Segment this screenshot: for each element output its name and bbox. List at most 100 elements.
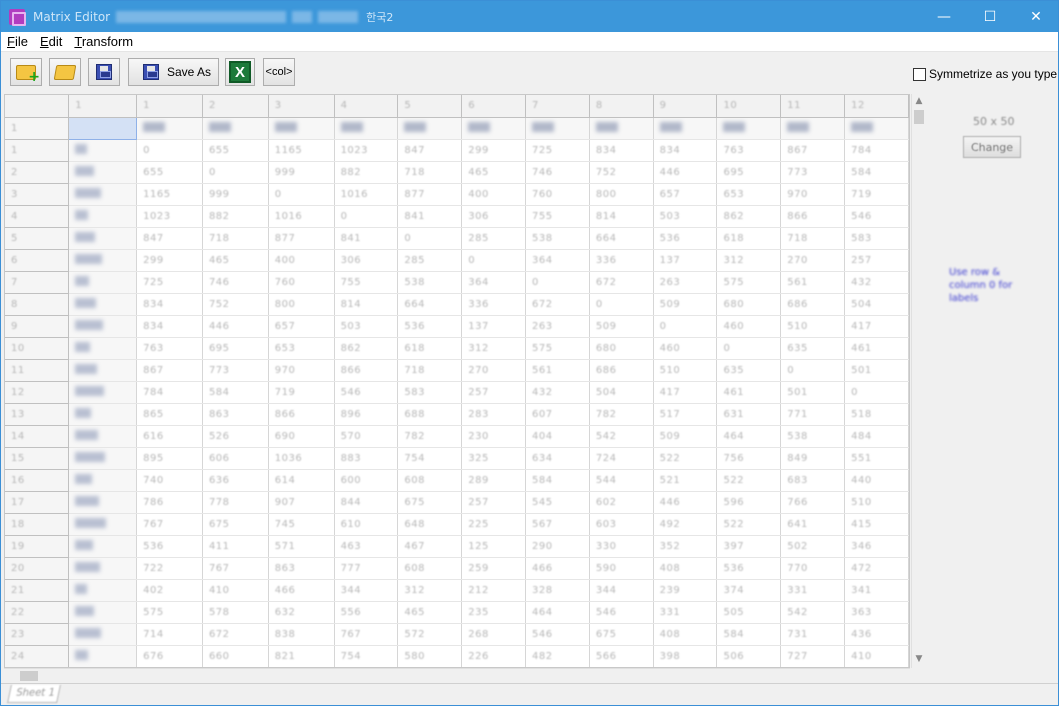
label-cell[interactable] <box>780 117 846 140</box>
row-header[interactable]: 20 <box>5 557 70 580</box>
table-cell[interactable]: 718 <box>397 161 463 184</box>
table-cell[interactable]: 672 <box>525 293 590 316</box>
table-cell[interactable]: 834 <box>136 315 203 338</box>
table-cell[interactable]: 446 <box>653 161 718 184</box>
vertical-scroll-thumb[interactable] <box>914 110 924 124</box>
table-cell[interactable]: 506 <box>716 645 782 667</box>
table-cell[interactable]: 517 <box>653 403 718 426</box>
table-cell[interactable]: 510 <box>780 315 846 338</box>
table-cell[interactable]: 754 <box>397 447 463 470</box>
table-cell[interactable]: 137 <box>461 315 527 338</box>
table-cell[interactable]: 571 <box>268 535 335 558</box>
table-cell[interactable]: 572 <box>397 623 463 646</box>
row-header[interactable]: 14 <box>5 425 70 448</box>
table-cell[interactable]: 608 <box>397 557 463 580</box>
table-cell[interactable]: 688 <box>397 403 463 426</box>
table-cell[interactable]: 417 <box>653 381 718 404</box>
close-button[interactable]: ✕ <box>1013 1 1059 32</box>
scroll-down-icon[interactable]: ▼ <box>913 654 925 666</box>
row-header[interactable]: 3 <box>5 183 70 206</box>
table-cell[interactable]: 655 <box>202 139 269 162</box>
table-cell[interactable]: 526 <box>202 425 269 448</box>
table-cell[interactable]: 344 <box>589 579 654 602</box>
table-cell[interactable]: 784 <box>844 139 909 162</box>
new-file-button[interactable] <box>10 58 42 86</box>
table-cell[interactable]: 770 <box>780 557 846 580</box>
row-header[interactable]: 23 <box>5 623 70 646</box>
maximize-button[interactable]: ☐ <box>967 1 1013 32</box>
table-cell[interactable]: 641 <box>780 513 846 536</box>
table-cell[interactable]: 766 <box>780 491 846 514</box>
table-cell[interactable]: 584 <box>716 623 782 646</box>
table-cell[interactable]: 446 <box>202 315 269 338</box>
row-label-cell[interactable] <box>68 403 138 426</box>
table-cell[interactable]: 504 <box>589 381 654 404</box>
table-cell[interactable]: 467 <box>397 535 463 558</box>
table-cell[interactable]: 1016 <box>268 205 335 228</box>
row-header[interactable]: 1 <box>5 139 70 162</box>
label-cell[interactable] <box>136 117 203 140</box>
column-header[interactable]: 7 <box>525 95 590 118</box>
table-cell[interactable]: 636 <box>202 469 269 492</box>
row-label-cell[interactable] <box>68 557 138 580</box>
table-cell[interactable]: 0 <box>268 183 335 206</box>
table-cell[interactable]: 461 <box>844 337 909 360</box>
row-label-cell[interactable] <box>68 227 138 250</box>
table-cell[interactable]: 777 <box>334 557 399 580</box>
menu-file[interactable]: File <box>7 34 28 49</box>
column-header[interactable]: 10 <box>716 95 782 118</box>
table-cell[interactable]: 408 <box>653 557 718 580</box>
symmetrize-checkbox[interactable]: Symmetrize as you type <box>913 67 1057 81</box>
table-cell[interactable]: 505 <box>716 601 782 624</box>
row-header[interactable]: 2 <box>5 161 70 184</box>
change-size-button[interactable]: Change <box>963 136 1021 158</box>
table-cell[interactable]: 756 <box>716 447 782 470</box>
row-header[interactable]: 16 <box>5 469 70 492</box>
table-cell[interactable]: 786 <box>136 491 203 514</box>
table-cell[interactable]: 330 <box>589 535 654 558</box>
table-cell[interactable]: 235 <box>461 601 527 624</box>
table-cell[interactable]: 465 <box>461 161 527 184</box>
row-header[interactable]: 7 <box>5 271 70 294</box>
table-cell[interactable]: 536 <box>136 535 203 558</box>
table-cell[interactable]: 970 <box>268 359 335 382</box>
table-cell[interactable]: 415 <box>844 513 909 536</box>
table-cell[interactable]: 410 <box>844 645 909 667</box>
table-cell[interactable]: 653 <box>716 183 782 206</box>
table-cell[interactable]: 125 <box>461 535 527 558</box>
table-cell[interactable]: 1036 <box>268 447 335 470</box>
row-header[interactable]: 12 <box>5 381 70 404</box>
table-cell[interactable]: 862 <box>716 205 782 228</box>
vertical-scrollbar[interactable]: ▲ ▼ <box>911 94 925 668</box>
table-cell[interactable]: 283 <box>461 403 527 426</box>
table-cell[interactable]: 575 <box>716 271 782 294</box>
table-cell[interactable]: 740 <box>136 469 203 492</box>
table-cell[interactable]: 862 <box>334 337 399 360</box>
table-cell[interactable]: 834 <box>589 139 654 162</box>
table-cell[interactable]: 719 <box>268 381 335 404</box>
table-cell[interactable]: 0 <box>525 271 590 294</box>
selected-cell[interactable] <box>68 116 138 140</box>
table-cell[interactable]: 212 <box>461 579 527 602</box>
table-cell[interactable]: 664 <box>589 227 654 250</box>
row-header[interactable]: 24 <box>5 645 70 667</box>
row-label-cell[interactable] <box>68 161 138 184</box>
table-cell[interactable]: 752 <box>202 293 269 316</box>
table-cell[interactable]: 482 <box>525 645 590 667</box>
table-cell[interactable]: 542 <box>589 425 654 448</box>
row-label-cell[interactable] <box>68 315 138 338</box>
table-cell[interactable]: 538 <box>780 425 846 448</box>
table-cell[interactable]: 398 <box>653 645 718 667</box>
table-cell[interactable]: 782 <box>397 425 463 448</box>
table-cell[interactable]: 767 <box>334 623 399 646</box>
table-cell[interactable]: 844 <box>334 491 399 514</box>
row-label-cell[interactable] <box>68 293 138 316</box>
table-cell[interactable]: 397 <box>716 535 782 558</box>
table-cell[interactable]: 614 <box>268 469 335 492</box>
row-label-cell[interactable] <box>68 359 138 382</box>
table-cell[interactable]: 536 <box>397 315 463 338</box>
table-cell[interactable]: 545 <box>525 491 590 514</box>
table-cell[interactable]: 472 <box>844 557 909 580</box>
table-cell[interactable]: 0 <box>844 381 909 404</box>
table-cell[interactable]: 695 <box>202 337 269 360</box>
